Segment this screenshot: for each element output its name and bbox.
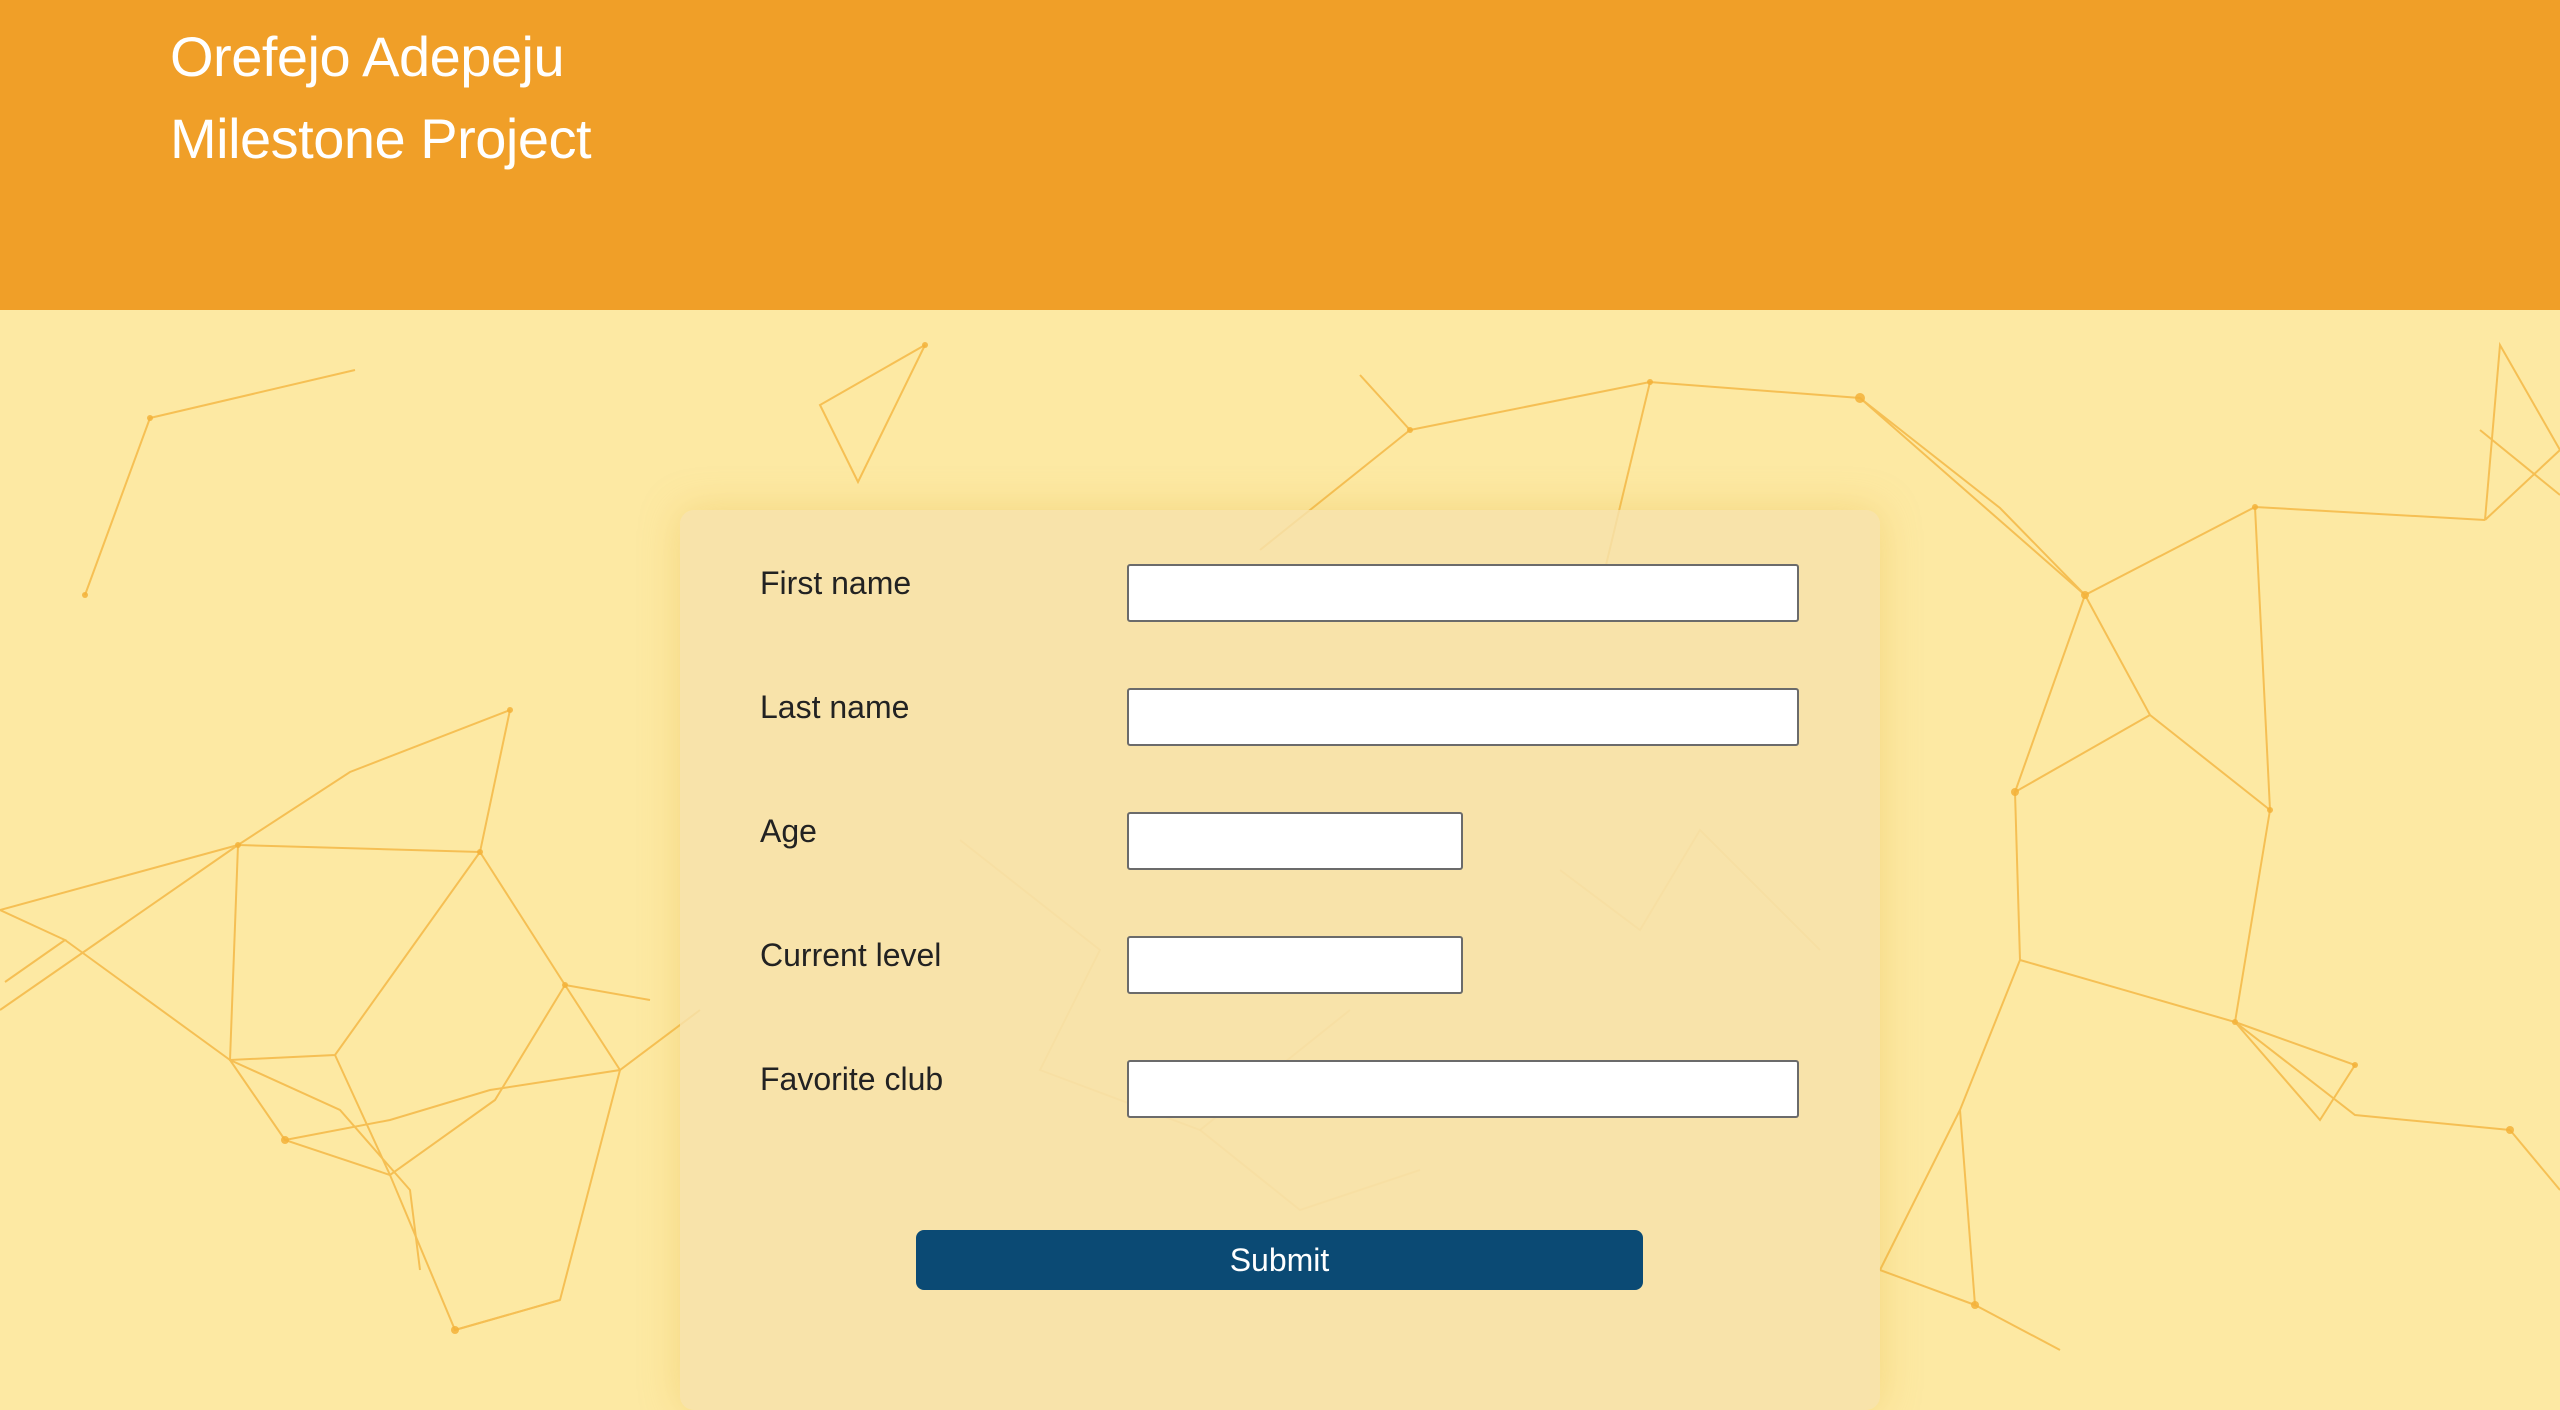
first-name-row: First name — [680, 552, 1880, 622]
age-row: Age — [680, 800, 1880, 870]
first-name-label: First name — [760, 565, 912, 601]
page-header: Orefejo Adepeju Milestone Project — [0, 0, 2560, 310]
header-title-block: Orefejo Adepeju Milestone Project — [170, 16, 592, 180]
favorite-club-row: Favorite club — [680, 1048, 1880, 1118]
current-level-input[interactable] — [1127, 936, 1463, 994]
submit-button[interactable]: Submit — [916, 1230, 1643, 1290]
player-form-card: First name Last name Age Current level F… — [680, 510, 1880, 1410]
last-name-row: Last name — [680, 676, 1880, 746]
author-name: Orefejo Adepeju — [170, 25, 565, 88]
age-label: Age — [760, 813, 817, 849]
first-name-input[interactable] — [1127, 564, 1799, 622]
project-title: Milestone Project — [170, 107, 592, 170]
last-name-label: Last name — [760, 689, 910, 725]
age-input[interactable] — [1127, 812, 1463, 870]
favorite-club-input[interactable] — [1127, 1060, 1799, 1118]
last-name-input[interactable] — [1127, 688, 1799, 746]
favorite-club-label: Favorite club — [760, 1061, 944, 1097]
current-level-label: Current level — [760, 937, 942, 973]
current-level-row: Current level — [680, 924, 1880, 994]
